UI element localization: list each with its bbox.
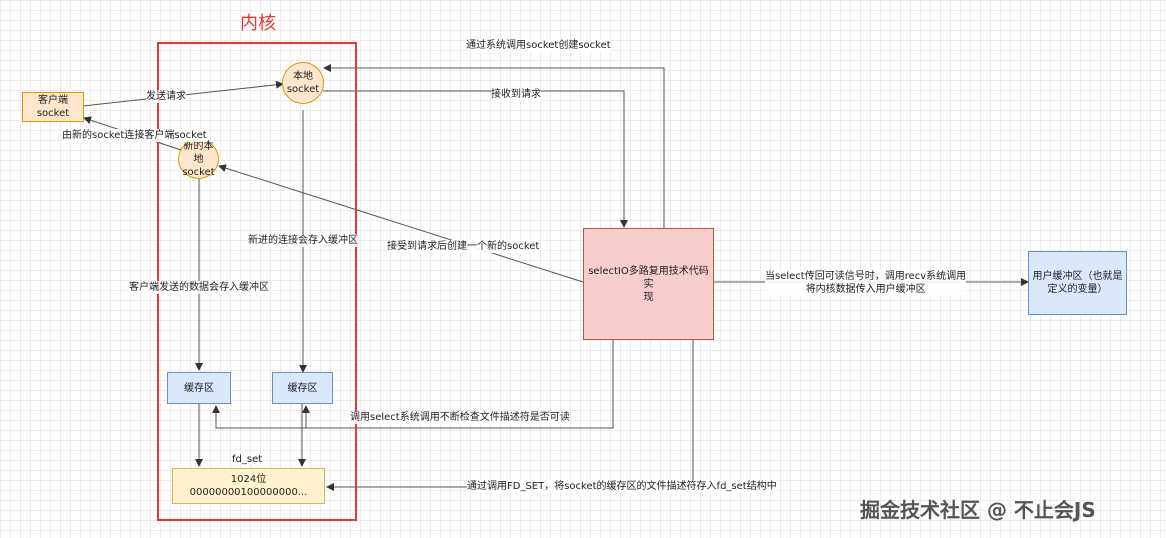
select-impl-label: selectIO多路复用技术代码实 现 <box>588 265 709 303</box>
buffer-right-node: 缓存区 <box>272 372 333 404</box>
edge-label-new-conn-buffer: 新进的连接会存入缓冲区 <box>248 234 358 247</box>
edge-label-fd-set-store: 通过调用FD_SET，将socket的缓存区的文件描述符存入fd_set结构中 <box>467 480 777 493</box>
user-buffer-label: 用户缓冲区（也就是 定义的变量） <box>1032 271 1123 295</box>
user-buffer-node: 用户缓冲区（也就是 定义的变量） <box>1028 251 1127 315</box>
edge-label-client-data-buffer: 客户端发送的数据会存入缓冲区 <box>129 281 269 294</box>
edge-label-select-check: 调用select系统调用不断检查文件描述符是否可读 <box>350 411 570 424</box>
new-local-socket-label: 新的本 地socket <box>182 140 215 178</box>
kernel-title: 内核 <box>240 13 276 34</box>
client-socket-label: 客户端socket <box>36 95 70 119</box>
edge-label-receive-request: 接收到请求 <box>491 88 541 101</box>
fd-set-content: 1024位 00000000100000000... <box>189 474 308 498</box>
new-local-socket-node: 新的本 地socket <box>178 139 219 179</box>
buffer-left-node: 缓存区 <box>167 372 231 404</box>
edge-receive-request <box>323 90 628 228</box>
edge-label-new-socket-connect: 由新的socket连接客户端socket <box>62 129 207 142</box>
client-socket-node: 客户端socket <box>22 92 84 122</box>
edge-label-accept-create: 接受到请求后创建一个新的socket <box>387 240 540 253</box>
buffer-right-label: 缓存区 <box>287 382 318 394</box>
edge-label-send-request: 发送请求 <box>146 90 186 103</box>
local-socket-node: 本地 socket <box>282 62 324 104</box>
local-socket-label: 本地 socket <box>286 71 320 95</box>
fd-set-title: fd_set <box>232 454 263 465</box>
edge-label-create-socket: 通过系统调用socket创建socket <box>466 39 611 52</box>
buffer-left-label: 缓存区 <box>184 382 214 394</box>
watermark: 掘金技术社区 @ 不止会JS <box>860 498 1096 522</box>
fd-set-node: 1024位 00000000100000000... <box>172 468 325 504</box>
edge-label-select-readable: 当select传回可读信号时，调用recv系统调用 将内核数据传入用户缓冲区 <box>765 270 967 296</box>
select-impl-node: selectIO多路复用技术代码实 现 <box>583 228 714 340</box>
